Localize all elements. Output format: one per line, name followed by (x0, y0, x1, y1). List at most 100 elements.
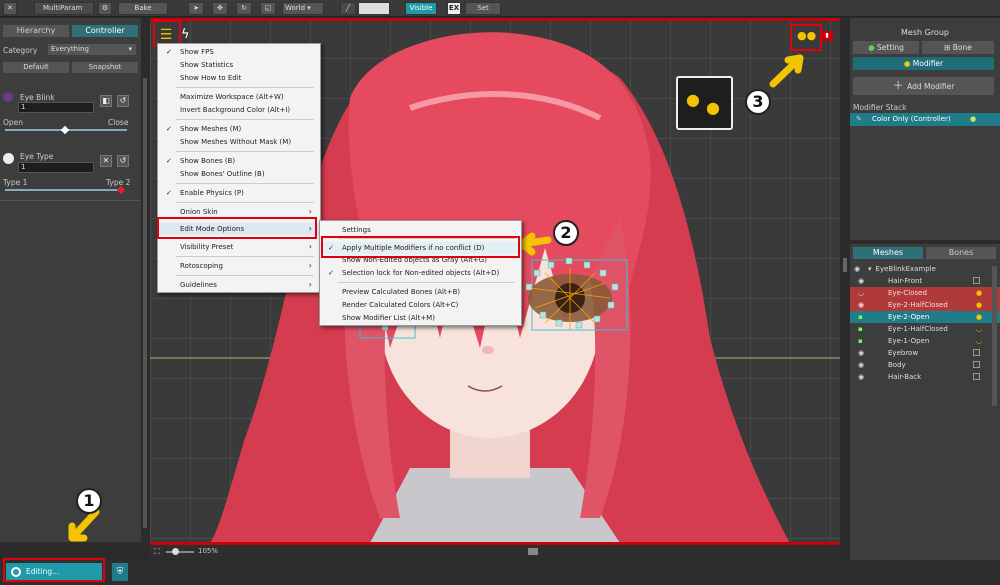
modifier-tab[interactable]: ● Modifier (853, 57, 994, 70)
right-scroll-thumb[interactable] (843, 258, 847, 272)
tree-item-eyebrow[interactable]: ◉ Eyebrow (850, 347, 1000, 359)
menu-item-show-meshes-without-mask[interactable]: Show Meshes Without Mask (M) (158, 136, 320, 148)
menu-item-show-bones[interactable]: ✓ Show Bones (B) (158, 155, 320, 167)
right-scrollbar[interactable] (841, 18, 850, 560)
tree-item-eye-2-open[interactable]: ▪ Eye-2-Open ● (850, 311, 1000, 323)
menu-item-show-fps[interactable]: ✓ Show FPS (158, 46, 320, 58)
menu-item-label: Show Bones (B) (180, 157, 236, 165)
tab-meshes[interactable]: Meshes (853, 247, 923, 259)
tree-item-eye-2-halfclosed[interactable]: ◉ Eye-2-HalfClosed ● (850, 299, 1000, 311)
modifier-label: Modifier (912, 59, 944, 68)
bone-tab[interactable]: ⊞ Bone (922, 41, 994, 54)
annotation-1: 1 (76, 488, 102, 514)
tree-item-eye-1-open[interactable]: ▪ Eye-1-Open ◡ (850, 335, 1000, 347)
highlight-edit-mode-options (157, 217, 317, 239)
setting-icon: ● (868, 43, 878, 52)
menu-item-label: Visibility Preset (180, 243, 234, 251)
menu-item-label: Show Bones' Outline (B) (180, 170, 265, 178)
modifier-stack-label: Modifier Stack (853, 103, 907, 112)
tree-item-eye-closed[interactable]: ◡ Eye-Closed ● (850, 287, 1000, 299)
tree-item-hair-front[interactable]: ◉ Hair-Front (850, 275, 1000, 287)
check-icon: ✓ (166, 189, 172, 197)
add-modifier-button[interactable]: ＋ Add Modifier (853, 77, 994, 95)
add-modifier-label: Add Modifier (907, 82, 955, 91)
menu-separator (176, 119, 314, 120)
submenu-item-render-calculated-colors[interactable]: Render Calculated Colors (Alt+C) (320, 299, 521, 311)
highlight-editing-button (3, 558, 105, 582)
menu-separator (176, 275, 314, 276)
eye-shape-icon: ◡ (976, 325, 983, 333)
menu-item-show-how-to-edit[interactable]: Show How to Edit (158, 72, 320, 84)
menu-item-guidelines[interactable]: Guidelines › (158, 279, 320, 291)
menu-separator (176, 256, 314, 257)
modifier-linked-icon: ● (976, 313, 983, 321)
tree-item-hair-back[interactable]: ◉ Hair-Back (850, 371, 1000, 383)
eye-icon: ◉ (858, 361, 865, 369)
tree-root[interactable]: ◉ ▾ EyeBlinkExample (850, 263, 1000, 275)
submenu-item-selection-lock[interactable]: ✓ Selection lock for Non-edited objects (… (320, 267, 521, 279)
horizontal-scroll-thumb[interactable] (528, 548, 538, 555)
zoom-slider[interactable] (166, 551, 194, 553)
annotation-3: 3 (745, 89, 771, 115)
setting-tab[interactable]: ● Setting (853, 41, 919, 54)
menu-item-show-meshes[interactable]: ✓ Show Meshes (M) (158, 123, 320, 135)
menu-item-maximize-workspace[interactable]: Maximize Workspace (Alt+W) (158, 91, 320, 103)
tree-item-body[interactable]: ◉ Body (850, 359, 1000, 371)
menu-separator (176, 151, 314, 152)
check-icon: ✓ (166, 157, 172, 165)
chevron-right-icon: › (308, 280, 312, 289)
tree-item-eye-1-halfclosed[interactable]: ▪ Eye-1-HalfClosed ◡ (850, 323, 1000, 335)
menu-item-show-bones-outline[interactable]: Show Bones' Outline (B) (158, 168, 320, 180)
eye-icon: ◉ (858, 373, 865, 381)
tree-label: Eye-Closed (888, 289, 927, 297)
eye-shape-icon: ◡ (976, 337, 983, 345)
tree-label: Hair-Front (888, 277, 923, 285)
menu-item-visibility-preset[interactable]: Visibility Preset › (158, 241, 320, 253)
tree-label: Eye-1-Open (888, 337, 930, 345)
submenu-item-show-modifier-list[interactable]: Show Modifier List (Alt+M) (320, 312, 521, 324)
menu-item-label: Selection lock for Non-edited objects (A… (342, 269, 500, 277)
menu-item-label: Show Statistics (180, 61, 234, 69)
menu-item-label: Onion Skin (180, 208, 218, 216)
checkbox[interactable] (973, 361, 980, 368)
modifier-linked-icon: ● (976, 289, 983, 297)
tree-label: EyeBlinkExample (875, 265, 936, 273)
menu-item-label: Invert Background Color (Alt+I) (180, 106, 291, 114)
tree-scrollbar[interactable] (992, 266, 997, 406)
bottom-bar: Editing... ⛨ (0, 560, 1000, 585)
submenu-item-preview-calculated-bones[interactable]: Preview Calculated Bones (Alt+B) (320, 286, 521, 298)
menu-item-label: Preview Calculated Bones (Alt+B) (342, 288, 461, 296)
menu-separator (176, 183, 314, 184)
menu-item-label: Render Calculated Colors (Alt+C) (342, 301, 459, 309)
visibility-icon: ◡ (858, 289, 865, 297)
menu-item-enable-physics[interactable]: ✓ Enable Physics (P) (158, 187, 320, 199)
checkbox[interactable] (973, 349, 980, 356)
modifier-stack-item[interactable]: ✎ Color Only (Controller) ● (850, 113, 1000, 126)
menu-item-show-statistics[interactable]: Show Statistics (158, 59, 320, 71)
bulb-on-icon[interactable]: ● (970, 113, 976, 126)
right-panel: Mesh Group ● Setting ⊞ Bone ● Modifier ＋… (850, 18, 1000, 560)
eye-icon: ◉ (854, 265, 861, 273)
menu-item-rotoscoping[interactable]: Rotoscoping › (158, 260, 320, 272)
chevron-right-icon: › (308, 261, 312, 270)
menu-item-label: Show Meshes Without Mask (M) (180, 138, 292, 146)
tree-label: Body (888, 361, 906, 369)
submenu-item-settings[interactable]: Settings (320, 224, 521, 236)
lock-icon[interactable]: ⛨ (112, 563, 128, 581)
checkbox[interactable] (973, 277, 980, 284)
annotation-2: 2 (553, 220, 579, 246)
fit-icon[interactable]: ⛶ (154, 547, 160, 557)
eye-icon: ◉ (858, 301, 865, 309)
zoom-slider-knob[interactable] (172, 548, 179, 555)
chevron-down-icon: ▾ (868, 265, 872, 273)
check-icon: ✓ (166, 125, 172, 133)
menu-item-label: Enable Physics (P) (180, 189, 244, 197)
mesh-icon: ▪ (858, 325, 863, 333)
eye-icon: ◉ (858, 277, 865, 285)
panel-divider (850, 240, 1000, 244)
menu-item-invert-background[interactable]: Invert Background Color (Alt+I) (158, 104, 320, 116)
bone-icon: ⊞ (944, 43, 953, 52)
menu-separator (176, 202, 314, 203)
tab-bones[interactable]: Bones (926, 247, 996, 259)
checkbox[interactable] (973, 373, 980, 380)
